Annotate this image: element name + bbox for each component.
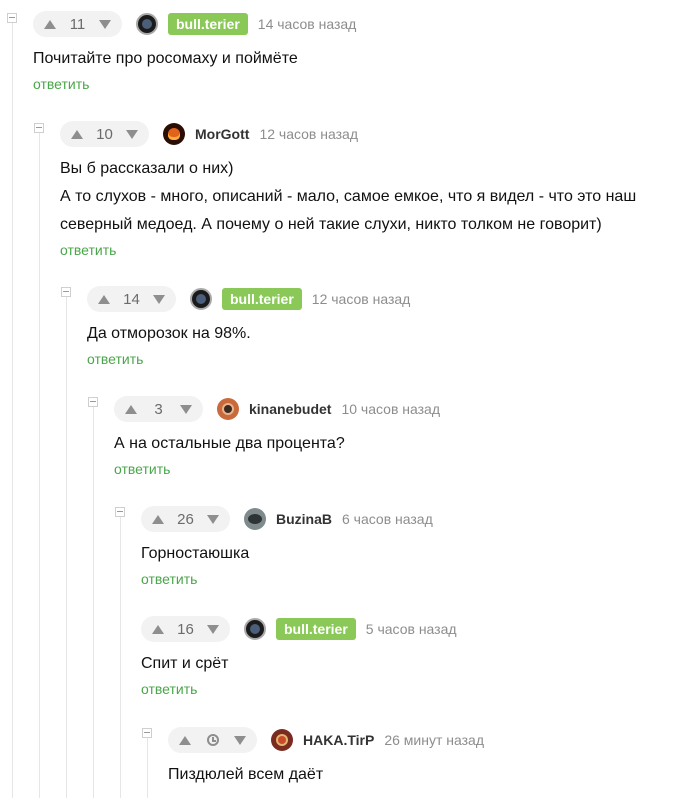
comment: HAKA.TirP 26 минут назад Пиздюлей всем д… [168,727,484,789]
thread-line [120,512,121,798]
upvote-arrow-icon[interactable] [98,294,110,304]
clock-icon [206,734,219,746]
comment: 26 BuzinaB 6 часов назад Горностаюшка от… [141,506,433,589]
bull-terier-avatar-icon[interactable] [190,288,212,310]
comment-text: Пиздюлей всем даёт [168,766,324,783]
bull-terier-avatar-icon[interactable] [136,13,158,35]
reply-link[interactable]: ответить [141,571,197,587]
thread-line [147,733,148,798]
upvote-arrow-icon[interactable] [152,624,164,634]
upvote-arrow-icon[interactable] [71,129,83,139]
author-name[interactable]: BuzinaB [276,511,332,527]
upvote-arrow-icon[interactable] [179,735,191,745]
collapse-thread-button[interactable] [34,123,44,133]
collapse-thread-button[interactable] [88,397,98,407]
comment: 14 bull.terier 12 часов назад Да отмороз… [87,286,410,369]
downvote-arrow-icon[interactable] [98,19,111,29]
reply-link[interactable]: ответить [87,351,143,367]
upvote-arrow-icon[interactable] [44,19,56,29]
comment-timestamp[interactable]: 10 часов назад [341,401,440,417]
bull-terier-avatar-icon[interactable] [244,618,266,640]
comment-text: А на остальные два процента? [114,435,345,452]
kinanebudet-avatar-icon[interactable] [217,398,239,420]
vote-count: 3 [154,400,163,418]
haka-tirp-avatar-icon[interactable] [271,729,293,751]
buzinab-avatar-icon[interactable] [244,508,266,530]
collapse-thread-button[interactable] [61,287,71,297]
vote-control: 16 [141,616,230,642]
comment-text: Да отморозок на 98%. [87,325,251,342]
author-name[interactable]: HAKA.TirP [303,732,374,748]
vote-control [168,727,257,753]
comment-timestamp[interactable]: 26 минут назад [384,732,484,748]
comment: 3 kinanebudet 10 часов назад А на осталь… [114,396,440,479]
morgott-avatar-icon[interactable] [163,123,185,145]
downvote-arrow-icon[interactable] [180,404,192,414]
author-name[interactable]: MorGott [195,126,249,142]
reply-link[interactable]: ответить [33,76,89,92]
vote-count: 16 [177,620,194,638]
thread-line [93,402,94,798]
thread-line [39,128,40,798]
vote-control: 14 [87,286,176,312]
comment: 11 bull.terier 14 часов назад Почитайте … [33,11,356,94]
downvote-arrow-icon[interactable] [234,735,246,745]
comment-timestamp[interactable]: 12 часов назад [312,291,411,307]
comment-timestamp[interactable]: 5 часов назад [366,621,457,637]
reply-link[interactable]: ответить [141,681,197,697]
collapse-thread-button[interactable] [7,13,17,23]
downvote-arrow-icon[interactable] [207,514,219,524]
author-name[interactable]: bull.terier [276,618,356,640]
vote-control: 10 [60,121,149,147]
vote-control: 11 [33,11,122,37]
downvote-arrow-icon[interactable] [207,624,219,634]
thread-line [12,18,13,798]
vote-count: 26 [177,510,194,528]
comment-timestamp[interactable]: 14 часов назад [258,16,357,32]
comment-timestamp[interactable]: 6 часов назад [342,511,433,527]
reply-link[interactable]: ответить [114,461,170,477]
upvote-arrow-icon[interactable] [125,404,137,414]
vote-count: 11 [69,15,86,33]
vote-count: 14 [123,290,140,308]
comment-timestamp[interactable]: 12 часов назад [259,126,358,142]
collapse-thread-button[interactable] [115,507,125,517]
comment: 10 MorGott 12 часов назад Вы б рассказал… [60,121,636,260]
comment: 16 bull.terier 5 часов назад Спит и срёт… [141,616,457,699]
comment-text: Горностаюшка [141,545,250,562]
thread-line [66,292,67,798]
author-name[interactable]: bull.terier [168,13,248,35]
author-name[interactable]: bull.terier [222,288,302,310]
downvote-arrow-icon[interactable] [126,129,138,139]
reply-link[interactable]: ответить [60,242,116,258]
vote-count: 10 [96,125,113,143]
vote-control: 3 [114,396,203,422]
upvote-arrow-icon[interactable] [152,514,164,524]
collapse-thread-button[interactable] [142,728,152,738]
comment-text: Вы б рассказали о них) А то слухов - мно… [60,160,637,233]
vote-control: 26 [141,506,230,532]
comment-text: Почитайте про росомаху и поймёте [33,50,298,67]
author-name[interactable]: kinanebudet [249,401,331,417]
comment-text: Спит и срёт [141,655,229,672]
downvote-arrow-icon[interactable] [153,294,165,304]
